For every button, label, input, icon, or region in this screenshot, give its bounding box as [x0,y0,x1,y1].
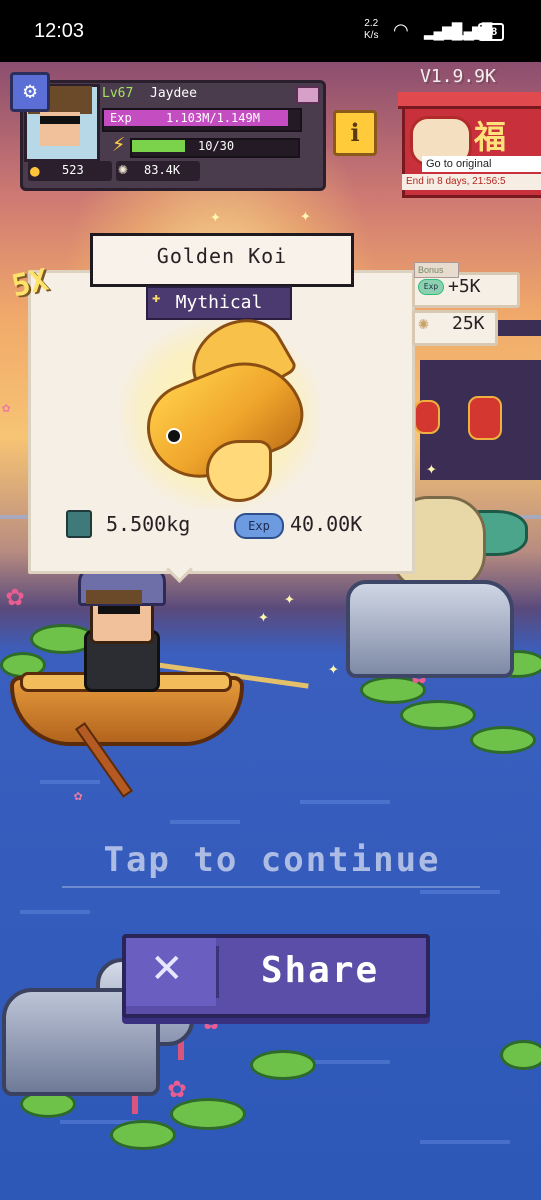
water-ripple [420,890,500,894]
fish-eye [166,428,182,444]
exp-bonus-value: +5K [448,276,481,297]
event-fortune-glyph: 福 [474,118,507,156]
water-ripple [420,1140,510,1144]
exp-label: Exp [110,111,132,125]
scale-icon [66,510,92,538]
lily-pad [250,1050,316,1080]
water-ripple [300,800,390,804]
sparkle: ✦ [210,206,221,227]
info-button[interactable]: i [333,110,377,156]
pearl-bonus-value: 25K [452,313,485,334]
sparkle: ✦ [258,606,269,627]
lily-pad [110,1120,176,1150]
catch-multiplier: 5X [8,262,52,305]
sparkle: ✦ [300,205,311,226]
sparkle: ✦ [284,588,295,609]
energy-value: 10/30 [198,139,235,153]
avatar-glasses [40,116,80,124]
player-glasses [98,606,140,614]
petal: ✿ [74,788,83,804]
share-label: Share [260,950,380,991]
energy-bar-fill [132,140,185,152]
exp-bonus-badge: Exp [418,279,444,295]
info-icon: i [350,118,360,147]
water-ripple [40,780,100,784]
lantern [414,400,440,434]
fish-fin [206,440,272,502]
coin-icon: ● [30,161,40,180]
energy-icon: ⚡ [112,132,126,157]
player-hair [86,590,142,604]
pearl-icon: ✺ [418,313,429,334]
version-label: V1.9.9K [420,66,496,87]
coins-value: 523 [62,163,84,177]
x-logo-icon: ✕ [150,946,184,992]
exp-value: 1.103M/1.149M [166,111,260,125]
status-time: 12:03 [34,20,85,42]
rarity-badge: Mythical [146,286,292,320]
lotus-flower: ✿ [6,578,25,613]
event-timer: End in 8 days, 21:56:5 [402,174,541,190]
sparkle: ✦ [426,458,437,479]
fish-name: Golden Koi [156,244,288,268]
settings-button[interactable]: ⚙ [10,72,50,112]
event-roof [398,92,541,109]
gear-icon: ⚙ [23,79,37,104]
pearl-icon: ✺ [118,159,128,178]
battery-indicator: 28 [478,23,504,41]
status-bar: 12:03 2.2 K/s ◠ ▂▄▆█ ▂▄▆█ 28 [0,0,541,62]
player-name: Jaydee [150,86,197,101]
mail-icon[interactable] [296,86,320,104]
water-ripple [170,820,240,824]
river-rock [346,580,514,678]
sparkle-icon: ✚ [152,290,161,306]
network-speed: 2.2 K/s [364,18,378,42]
tap-to-continue[interactable]: Tap to continue [72,840,472,880]
wifi-icon: ◠ [393,20,409,40]
fish-weight: 5.500kg [106,512,191,536]
network-speed-value: 2.2 [364,18,379,29]
tap-underline [62,886,480,888]
lantern [468,396,502,440]
water-ripple [20,910,90,914]
lily-pad [470,726,536,754]
exp-gain: 40.00K [290,512,363,536]
lotus-flower: ✿ [168,1070,187,1105]
lily-pad [500,1040,541,1070]
petal: ✿ [2,400,11,416]
share-divider [216,946,219,998]
player-level: Lv67 [102,86,134,101]
lily-pad [400,700,476,730]
pearls-value: 83.4K [144,163,181,177]
event-link[interactable]: Go to original [422,156,541,172]
network-speed-unit: K/s [364,30,379,41]
sparkle: ✦ [328,658,339,679]
exp-badge: Exp [234,513,284,539]
